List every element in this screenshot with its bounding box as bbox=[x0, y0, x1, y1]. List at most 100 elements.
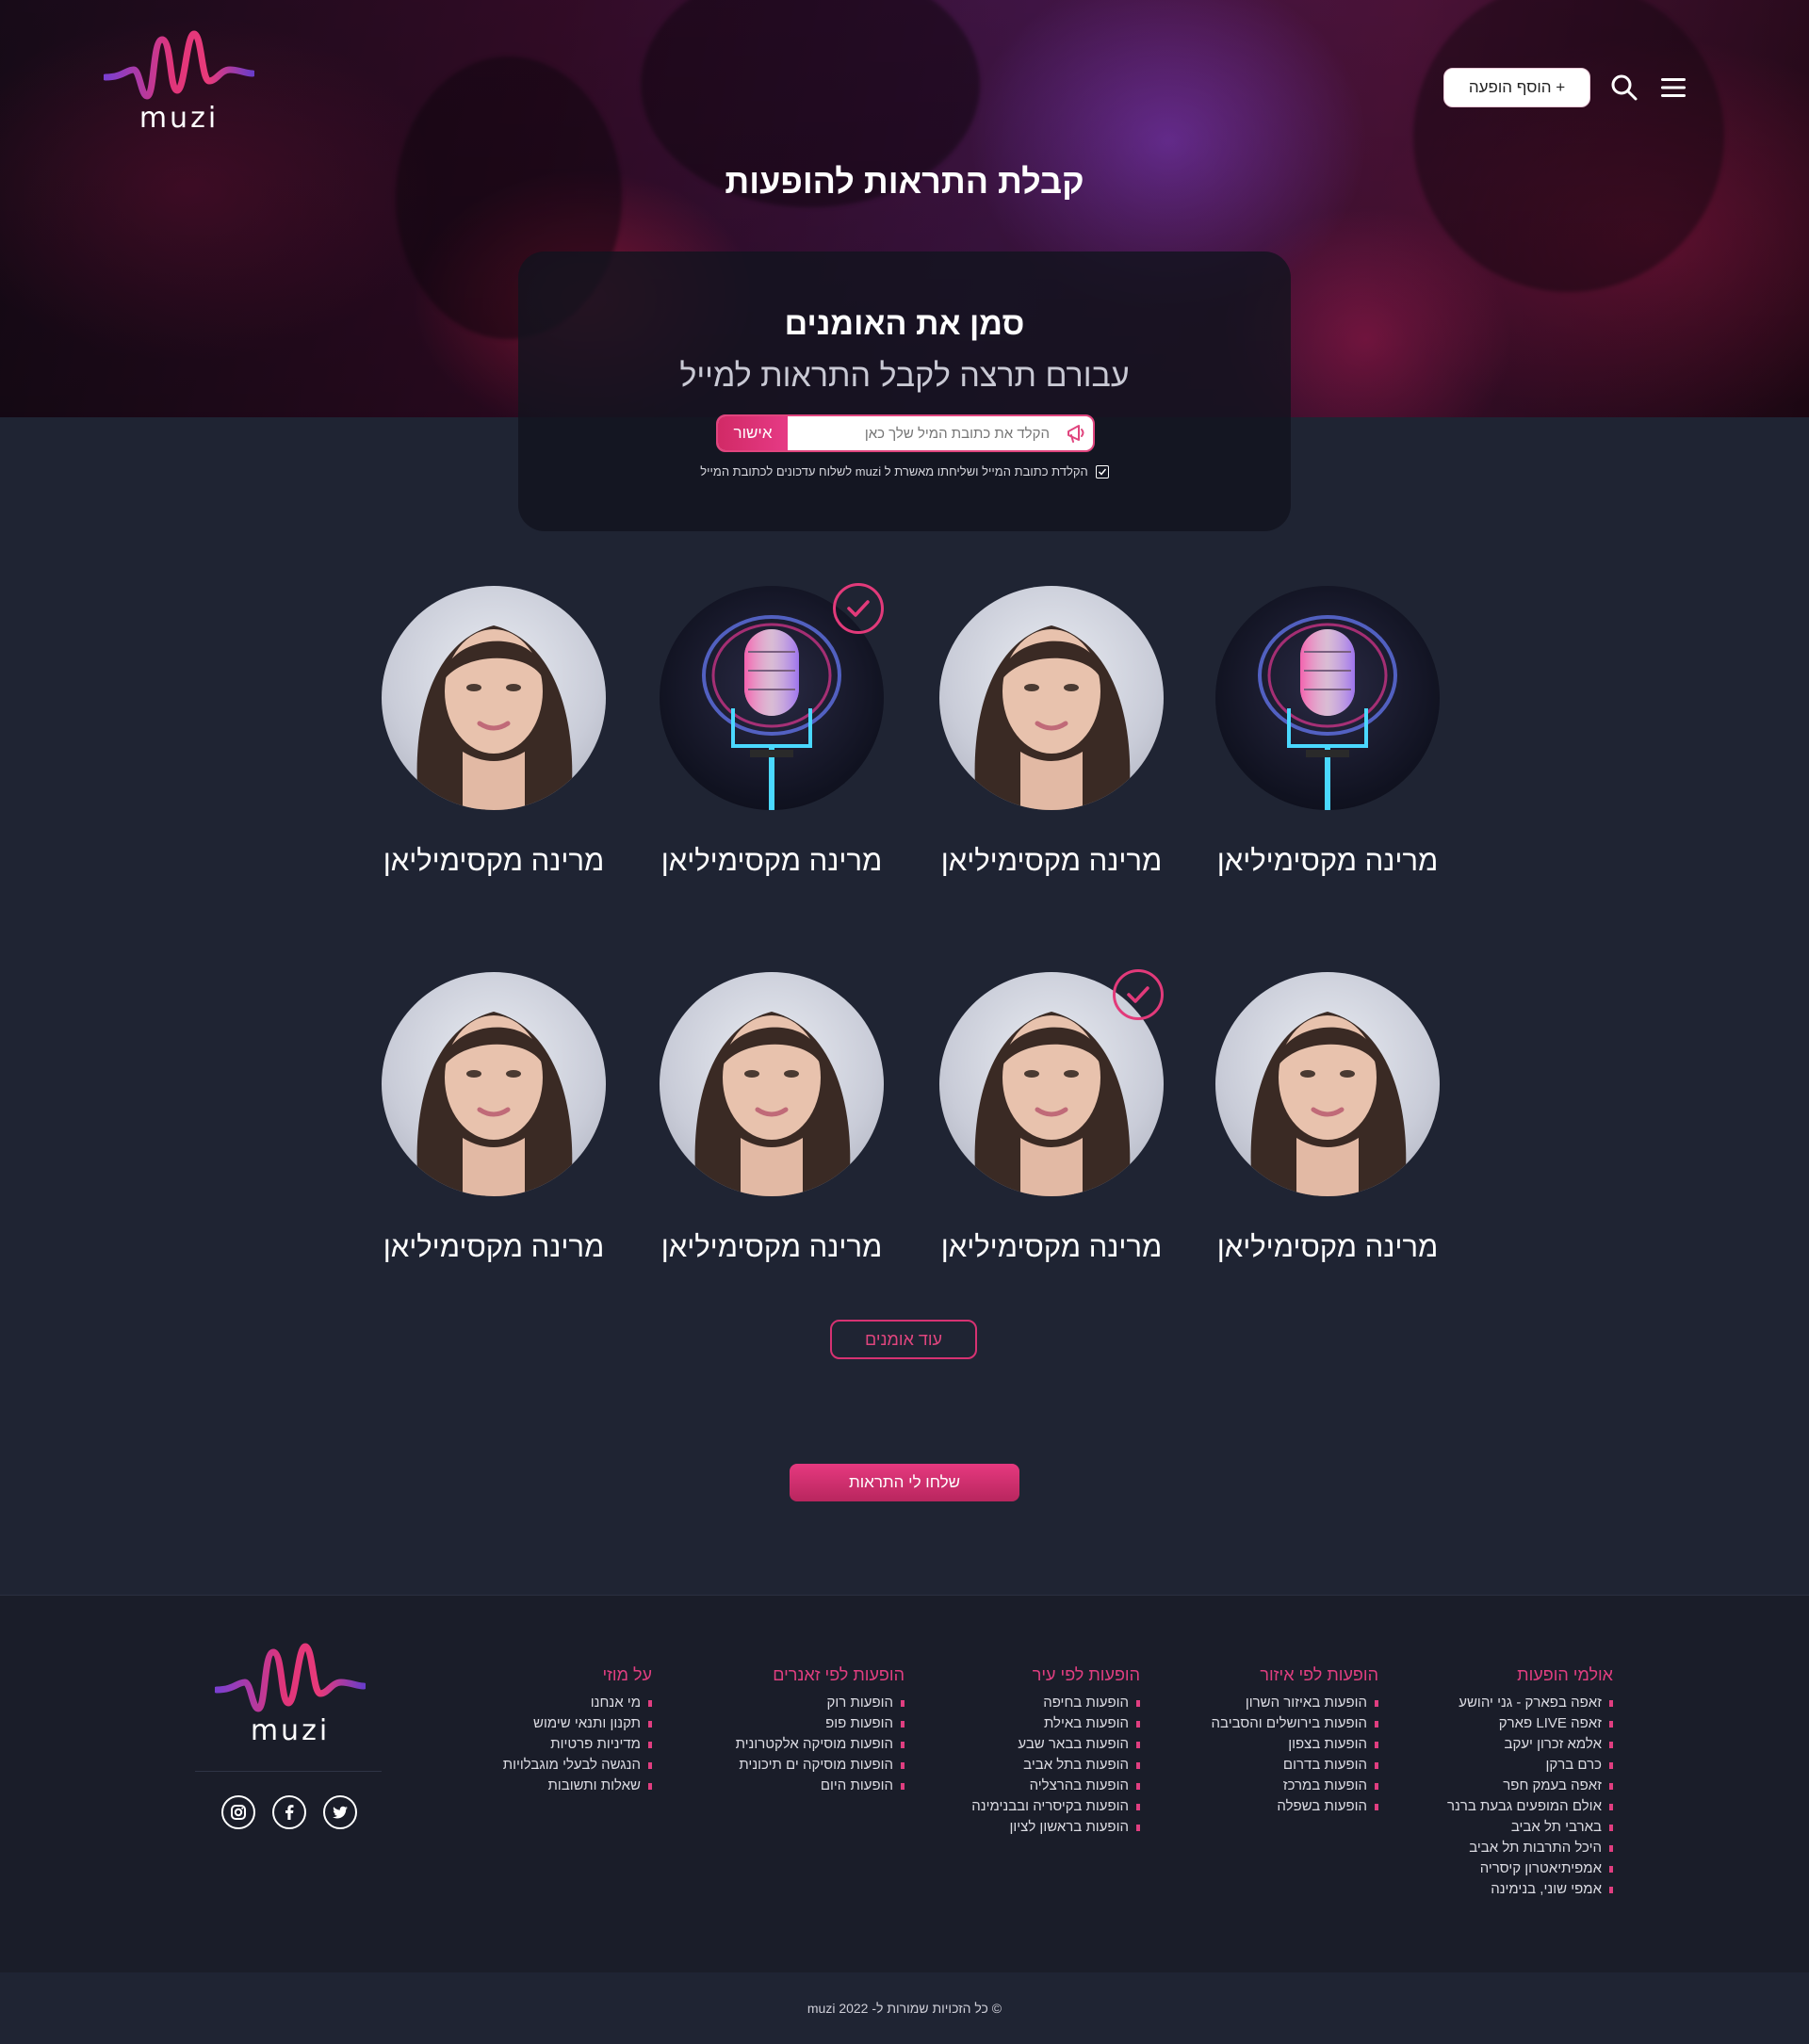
artist-photo-icon bbox=[694, 1012, 851, 1196]
footer-link[interactable]: מדיניות פרטיות bbox=[503, 1734, 652, 1755]
logo-wave-icon bbox=[104, 30, 254, 100]
footer-link[interactable]: הופעות היום bbox=[736, 1776, 904, 1796]
footer-link[interactable]: בארבי תל אביב bbox=[1447, 1817, 1613, 1838]
artist-name: מרינה מקסימיליאן bbox=[660, 844, 883, 877]
footer-link[interactable]: הופעות באיזור השרון bbox=[1212, 1693, 1378, 1713]
footer-link[interactable]: הופעות מוסיקה אלקטרונית bbox=[736, 1734, 904, 1755]
footer-column-title: אולמי הופעות bbox=[1517, 1665, 1613, 1684]
artist-card[interactable]: מרינה מקסימיליאן bbox=[660, 972, 884, 1264]
page-title: קבלת התראות להופעות bbox=[725, 162, 1084, 201]
artist-photo-icon bbox=[416, 1012, 573, 1196]
footer-link[interactable]: הופעות באילת bbox=[971, 1713, 1140, 1734]
footer-link[interactable]: מי אנחנו bbox=[503, 1693, 652, 1713]
facebook-icon[interactable] bbox=[272, 1795, 306, 1829]
footer-link[interactable]: הופעות בחיפה bbox=[971, 1693, 1140, 1713]
artist-card[interactable]: מרינה מקסימיליאן bbox=[939, 586, 1164, 878]
artist-avatar[interactable] bbox=[939, 586, 1164, 810]
consent-text: הקלדת כתובת המייל ושליחתו מאשרת ל muzi ל… bbox=[700, 464, 1088, 479]
footer-link[interactable]: הופעות בקיסריה ובבנימינה bbox=[971, 1796, 1140, 1817]
confirm-button[interactable]: אישור bbox=[718, 416, 788, 450]
footer-link[interactable]: הופעות בצפון bbox=[1212, 1734, 1378, 1755]
footer-link[interactable]: הופעות מוסיקה ים תיכונית bbox=[736, 1755, 904, 1776]
footer-divider bbox=[195, 1771, 382, 1772]
artist-avatar[interactable] bbox=[382, 972, 606, 1196]
checkmark-icon bbox=[1098, 468, 1106, 476]
footer-link[interactable]: כרם ברקן bbox=[1447, 1755, 1613, 1776]
footer-link[interactable]: הנגשה לבעלי מוגבלויות bbox=[503, 1755, 652, 1776]
footer-link[interactable]: זאפה בפארק - גני יהושע bbox=[1447, 1693, 1613, 1713]
artist-card[interactable]: מרינה מקסימיליאן bbox=[382, 586, 606, 878]
logo-text: muzi bbox=[139, 102, 220, 135]
email-form: אישור bbox=[716, 414, 1095, 452]
artist-avatar[interactable] bbox=[660, 972, 884, 1196]
footer-link[interactable]: הופעות בהרצליה bbox=[971, 1776, 1140, 1796]
signup-card: סמן את האומנים עבורם תרצה לקבל התראות למ… bbox=[518, 251, 1291, 531]
signup-subtitle: עבורם תרצה לקבל התראות למייל bbox=[679, 358, 1130, 394]
footer-column-title: הופעות לפי זאנרים bbox=[773, 1665, 904, 1684]
artist-photo-icon bbox=[974, 625, 1131, 810]
footer-column: הופעות לפי איזור הופעות באיזור השרון הופעו… bbox=[1212, 1665, 1378, 1817]
footer-link[interactable]: הופעות במרכז bbox=[1212, 1776, 1378, 1796]
artist-card[interactable]: מרינה מקסימיליאן bbox=[382, 972, 606, 1264]
footer-logo[interactable]: muzi bbox=[215, 1641, 366, 1747]
footer-link[interactable]: הופעות בירושלים והסביבה bbox=[1212, 1713, 1378, 1734]
menu-icon[interactable] bbox=[1658, 73, 1688, 103]
megaphone-icon bbox=[1061, 416, 1093, 450]
footer: muzi אולמי הופעות זאפה בפארק - גני יהושע ז… bbox=[0, 1595, 1809, 1972]
footer-link[interactable]: זאפה בעמק חפר bbox=[1447, 1776, 1613, 1796]
artist-photo-icon bbox=[1250, 1012, 1407, 1196]
footer-column-title: הופעות לפי עיר bbox=[1032, 1665, 1140, 1684]
artist-name: מרינה מקסימיליאן bbox=[383, 844, 605, 877]
microphone-icon bbox=[1258, 615, 1397, 810]
footer-link[interactable]: הופעות רוק bbox=[736, 1693, 904, 1713]
selected-check-icon[interactable] bbox=[833, 583, 884, 634]
signup-title: סמן את האומנים bbox=[784, 306, 1025, 342]
header-actions: + הוסף הופעה bbox=[1443, 68, 1688, 107]
email-field[interactable] bbox=[788, 416, 1061, 450]
instagram-icon[interactable] bbox=[221, 1795, 255, 1829]
more-artists-button[interactable]: עוד אומנים bbox=[830, 1320, 977, 1359]
footer-column: אולמי הופעות זאפה בפארק - גני יהושע זאפה L… bbox=[1447, 1665, 1613, 1900]
footer-link[interactable]: אמפיתיאטרון קיסריה bbox=[1447, 1858, 1613, 1879]
footer-link[interactable]: היכל התרבות תל אביב bbox=[1447, 1838, 1613, 1858]
footer-link[interactable]: הופעות בשפלה bbox=[1212, 1796, 1378, 1817]
artist-name: מרינה מקסימיליאן bbox=[1216, 844, 1439, 877]
artist-name: מרינה מקסימיליאן bbox=[383, 1230, 605, 1263]
logo-wave-icon bbox=[215, 1643, 366, 1712]
footer-link[interactable]: הופעות פופ bbox=[736, 1713, 904, 1734]
footer-link[interactable]: הופעות בתל אביב bbox=[971, 1755, 1140, 1776]
footer-link[interactable]: שאלות ותשובות bbox=[503, 1776, 652, 1796]
footer-link[interactable]: אמפי שוני, בנימינה bbox=[1447, 1879, 1613, 1900]
artist-avatar[interactable] bbox=[382, 586, 606, 810]
footer-link[interactable]: הופעות בדרום bbox=[1212, 1755, 1378, 1776]
footer-column: הופעות לפי זאנרים הופעות רוק הופעות פופ הופ… bbox=[736, 1665, 904, 1796]
footer-link[interactable]: אלמא זכרון יעקב bbox=[1447, 1734, 1613, 1755]
add-show-button[interactable]: + הוסף הופעה bbox=[1443, 68, 1590, 107]
artist-card[interactable]: מרינה מקסימיליאן bbox=[1215, 972, 1440, 1264]
footer-column: על מוזי מי אנחנו תקנון ותנאי שימוש מדיניות … bbox=[503, 1665, 652, 1796]
selected-check-icon[interactable] bbox=[1113, 969, 1164, 1020]
twitter-icon[interactable] bbox=[323, 1795, 357, 1829]
footer-link[interactable]: הופעות בראשון לציון bbox=[971, 1817, 1140, 1838]
footer-column-title: הופעות לפי איזור bbox=[1260, 1665, 1378, 1684]
send-alerts-button[interactable]: שלחו לי התראות bbox=[790, 1464, 1019, 1501]
logo-text: muzi bbox=[250, 1714, 331, 1747]
artist-photo-icon bbox=[416, 625, 573, 810]
social-links bbox=[221, 1795, 357, 1829]
footer-link[interactable]: זאפה LIVE פארק bbox=[1447, 1713, 1613, 1734]
copyright: © כל הזכויות שמורות ל- muzi 2022 bbox=[0, 1972, 1809, 2044]
artist-avatar[interactable] bbox=[1215, 586, 1440, 810]
artist-card[interactable]: מרינה מקסימיליאן bbox=[939, 969, 1164, 1264]
search-icon[interactable] bbox=[1609, 73, 1639, 103]
footer-link[interactable]: אולם המופעים גבעת ברנר bbox=[1447, 1796, 1613, 1817]
footer-link[interactable]: תקנון ותנאי שימוש bbox=[503, 1713, 652, 1734]
artist-name: מרינה מקסימיליאן bbox=[940, 844, 1163, 877]
artist-avatar[interactable] bbox=[1215, 972, 1440, 1196]
artist-card[interactable]: מרינה מקסימיליאן bbox=[660, 583, 884, 878]
footer-link[interactable]: הופעות בבאר שבע bbox=[971, 1734, 1140, 1755]
site-logo[interactable]: muzi bbox=[104, 28, 254, 135]
artist-card[interactable]: מרינה מקסימיליאן bbox=[1215, 586, 1440, 878]
consent-checkbox[interactable] bbox=[1095, 464, 1109, 479]
artist-name: מרינה מקסימיליאן bbox=[940, 1230, 1163, 1263]
consent-row: הקלדת כתובת המייל ושליחתו מאשרת ל muzi ל… bbox=[518, 464, 1291, 479]
